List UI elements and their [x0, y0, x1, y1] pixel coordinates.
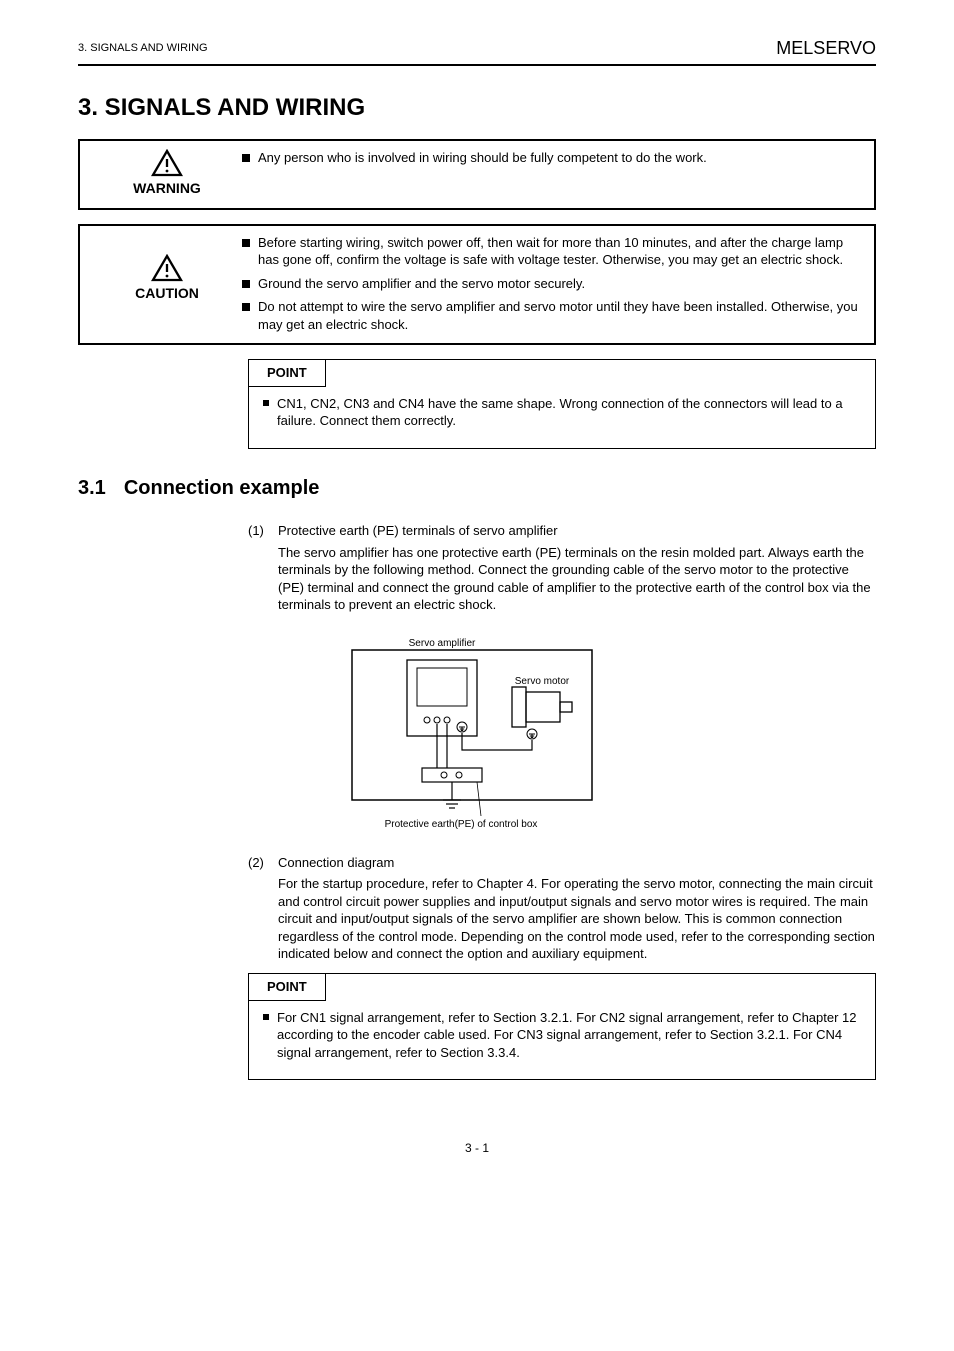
motor-label: Servo motor: [515, 676, 570, 687]
caution-text-2: Do not attempt to wire the servo amplifi…: [258, 298, 862, 333]
section-heading: 3. SIGNALS AND WIRING: [78, 92, 876, 124]
subsection-heading: 3.1 Connection example: [78, 475, 876, 502]
caution-text-1: Ground the servo amplifier and the servo…: [258, 275, 862, 293]
point-label-2: POINT: [249, 974, 326, 1001]
bullet-icon: [242, 280, 250, 288]
hazard-triangle-icon: [151, 149, 183, 177]
bullet-icon: [263, 1014, 269, 1020]
point-box-1: POINT CN1, CN2, CN3 and CN4 have the sam…: [248, 359, 876, 449]
page-number: 3 - 1: [78, 1140, 876, 1156]
subsection-num: 3.1: [78, 475, 106, 502]
bullet-icon: [242, 239, 250, 247]
subsection-title: Connection example: [124, 475, 320, 502]
item-body-1: The servo amplifier has one protective e…: [278, 544, 876, 614]
item-title: Protective earth (PE) terminals of servo…: [278, 522, 558, 540]
header-rule: [78, 64, 876, 66]
warning-callout: WARNING Any person who is involved in wi…: [78, 139, 876, 210]
numbered-item-2: (2) Connection diagram: [248, 854, 876, 872]
item-body-2: For the startup procedure, refer to Chap…: [278, 875, 876, 963]
point2-text: For CN1 signal arrangement, refer to Sec…: [277, 1009, 861, 1062]
header-left: 3. SIGNALS AND WIRING: [78, 41, 208, 56]
grounding-diagram: Servo amplifier Servo motor: [78, 632, 876, 832]
numbered-item-1: (1) Protective earth (PE) terminals of s…: [248, 522, 876, 540]
caution-callout: CAUTION Before starting wiring, switch p…: [78, 224, 876, 346]
grounding-svg: Servo amplifier Servo motor: [327, 632, 627, 832]
page-header: 3. SIGNALS AND WIRING MELSERVO: [78, 36, 876, 60]
hazard-triangle-icon: [151, 254, 183, 282]
item-key: (2): [248, 854, 278, 872]
bullet-icon: [263, 400, 269, 406]
warning-icon-block: WARNING: [92, 149, 242, 198]
amplifier-label: Servo amplifier: [409, 638, 476, 649]
bullet-icon: [242, 303, 250, 311]
item-title: Connection diagram: [278, 854, 394, 872]
point-text: CN1, CN2, CN3 and CN4 have the same shap…: [277, 395, 861, 430]
point-box-2: POINT For CN1 signal arrangement, refer …: [248, 973, 876, 1080]
header-right: MELSERVO: [776, 36, 876, 60]
item-key: (1): [248, 522, 278, 540]
caution-icon-block: CAUTION: [92, 234, 242, 303]
warning-text: Any person who is involved in wiring sho…: [258, 149, 862, 167]
caution-word: CAUTION: [135, 284, 199, 303]
caution-text-0: Before starting wiring, switch power off…: [258, 234, 862, 269]
point-label: POINT: [249, 360, 326, 387]
bullet-icon: [242, 154, 250, 162]
pe-label: Protective earth(PE) of control box: [385, 819, 538, 830]
warning-word: WARNING: [133, 179, 201, 198]
